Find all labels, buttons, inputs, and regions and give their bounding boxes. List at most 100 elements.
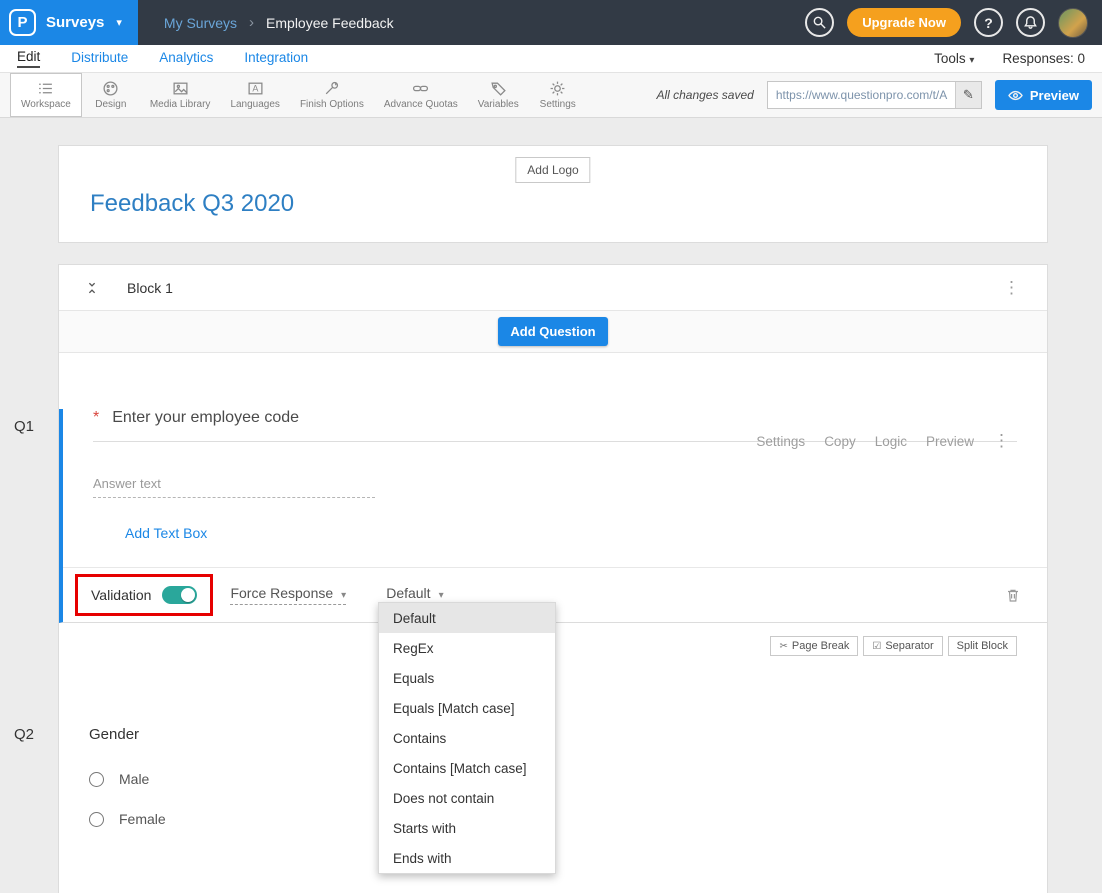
question-copy-link[interactable]: Copy	[824, 434, 856, 449]
split-block-button[interactable]: Split Block	[948, 636, 1017, 656]
upgrade-now-button[interactable]: Upgrade Now	[847, 8, 961, 37]
toolbar-item-advance-quotas[interactable]: Advance Quotas	[374, 73, 468, 117]
save-status-text: All changes saved	[656, 88, 753, 102]
question-actions: Settings Copy Logic Preview ⋮	[756, 431, 1011, 451]
toolbar-item-media-library[interactable]: Media Library	[140, 73, 221, 117]
toolbar-right: All changes saved ✎ Preview	[656, 80, 1092, 110]
chevron-down-icon: ▾	[969, 55, 974, 66]
link-icon	[412, 80, 429, 97]
question-number-q2: Q2	[14, 726, 34, 743]
editor-toolbar: Workspace Design Media Library A Languag…	[0, 73, 1102, 118]
edit-url-button[interactable]: ✎	[955, 82, 981, 108]
product-switcher[interactable]: P Surveys ▾	[0, 0, 138, 45]
collapse-block-icon[interactable]	[85, 281, 99, 295]
add-logo-button[interactable]: Add Logo	[515, 157, 590, 183]
tab-distribute[interactable]: Distribute	[71, 50, 128, 67]
menu-item-default[interactable]: Default	[379, 603, 555, 633]
required-asterisk-icon: *	[93, 409, 99, 427]
answer-text-field[interactable]: Answer text	[93, 476, 375, 498]
chevron-down-icon: ▾	[341, 590, 346, 601]
help-button[interactable]: ?	[974, 8, 1003, 37]
add-question-row: Add Question	[59, 311, 1047, 353]
tag-icon	[490, 80, 507, 97]
menu-item-equals[interactable]: Equals	[379, 663, 555, 693]
nav-right: Tools ▾ Responses: 0	[934, 51, 1085, 66]
survey-title[interactable]: Feedback Q3 2020	[90, 190, 1047, 218]
eye-icon	[1008, 89, 1023, 102]
chevron-right-icon: ›	[249, 14, 254, 31]
survey-header-card: Add Logo Feedback Q3 2020	[58, 145, 1048, 243]
radio-button-male[interactable]	[89, 772, 104, 787]
menu-item-does-not-contain[interactable]: Does not contain	[379, 783, 555, 813]
top-bar: P Surveys ▾ My Surveys › Employee Feedba…	[0, 0, 1102, 45]
menu-item-contains-match-case[interactable]: Contains [Match case]	[379, 753, 555, 783]
workspace-list-icon	[37, 80, 54, 97]
chevron-down-icon: ▾	[439, 590, 444, 601]
user-avatar[interactable]	[1058, 8, 1088, 38]
wrench-icon	[323, 80, 340, 97]
insert-controls: ✂Page Break ☑Separator Split Block	[770, 636, 1017, 656]
preview-button[interactable]: Preview	[995, 80, 1092, 110]
add-question-button[interactable]: Add Question	[498, 317, 607, 346]
block-menu-dots-icon[interactable]: ⋮	[1003, 278, 1021, 298]
palette-icon	[102, 80, 119, 97]
validation-toggle[interactable]	[162, 586, 197, 604]
tab-integration[interactable]: Integration	[244, 50, 308, 67]
add-text-box-link[interactable]: Add Text Box	[125, 525, 207, 541]
bell-icon	[1023, 15, 1038, 30]
page-break-icon: ✂	[779, 641, 787, 652]
block-title[interactable]: Block 1	[127, 280, 173, 296]
tab-edit[interactable]: Edit	[17, 49, 40, 68]
annotation-highlight-box: Validation	[75, 574, 213, 616]
toolbar-item-finish-options[interactable]: Finish Options	[290, 73, 374, 117]
question-number-q1: Q1	[14, 418, 34, 435]
product-name: Surveys	[46, 14, 104, 31]
questionpro-logo: P	[9, 9, 36, 36]
breadcrumb: My Surveys › Employee Feedback	[164, 14, 394, 31]
toolbar-item-settings[interactable]: Settings	[529, 73, 587, 117]
menu-item-ends-with[interactable]: Ends with	[379, 843, 555, 873]
option-label-male[interactable]: Male	[119, 771, 149, 787]
menu-item-regex[interactable]: RegEx	[379, 633, 555, 663]
force-response-dropdown[interactable]: Force Response ▾	[230, 585, 346, 605]
top-bar-actions: Upgrade Now ?	[805, 8, 1102, 38]
tab-analytics[interactable]: Analytics	[159, 50, 213, 67]
separator-icon: ☑	[872, 641, 881, 652]
tools-menu[interactable]: Tools ▾	[934, 51, 974, 66]
toolbar-item-workspace[interactable]: Workspace	[10, 73, 82, 117]
search-icon	[812, 15, 827, 30]
page-break-button[interactable]: ✂Page Break	[770, 636, 858, 656]
gear-icon	[549, 80, 566, 97]
menu-item-contains[interactable]: Contains	[379, 723, 555, 753]
breadcrumb-current-survey: Employee Feedback	[266, 15, 394, 31]
section-tabs: Edit Distribute Analytics Integration To…	[0, 45, 1102, 73]
question-logic-link[interactable]: Logic	[875, 434, 907, 449]
question-menu-dots-icon[interactable]: ⋮	[993, 431, 1011, 451]
pencil-icon: ✎	[963, 87, 974, 103]
toolbar-item-design[interactable]: Design	[82, 73, 140, 117]
toolbar-item-languages[interactable]: A Languages	[220, 73, 290, 117]
question-1-editor: Settings Copy Logic Preview ⋮ * Enter yo…	[59, 409, 1047, 623]
survey-canvas: Q1 Q2 Add Logo Feedback Q3 2020 Block 1 …	[0, 118, 1102, 893]
question-settings-link[interactable]: Settings	[756, 434, 805, 449]
question-mark-icon: ?	[984, 15, 993, 31]
survey-url-field: ✎	[767, 81, 982, 109]
toolbar-item-variables[interactable]: Variables	[468, 73, 529, 117]
menu-item-equals-match-case[interactable]: Equals [Match case]	[379, 693, 555, 723]
validation-type-menu: Default RegEx Equals Equals [Match case]…	[378, 602, 556, 874]
notifications-button[interactable]	[1016, 8, 1045, 37]
svg-text:A: A	[252, 84, 258, 94]
separator-button[interactable]: ☑Separator	[863, 636, 942, 656]
breadcrumb-my-surveys[interactable]: My Surveys	[164, 15, 237, 31]
responses-count[interactable]: Responses: 0	[1002, 51, 1085, 66]
menu-item-starts-with[interactable]: Starts with	[379, 813, 555, 843]
image-icon	[172, 80, 189, 97]
delete-question-icon[interactable]	[1005, 587, 1021, 604]
search-button[interactable]	[805, 8, 834, 37]
survey-url-input[interactable]	[767, 81, 982, 109]
chevron-down-icon: ▾	[116, 16, 122, 29]
radio-button-female[interactable]	[89, 812, 104, 827]
questionpro-survey-editor: P Surveys ▾ My Surveys › Employee Feedba…	[0, 0, 1102, 893]
option-label-female[interactable]: Female	[119, 811, 166, 827]
question-preview-link[interactable]: Preview	[926, 434, 974, 449]
